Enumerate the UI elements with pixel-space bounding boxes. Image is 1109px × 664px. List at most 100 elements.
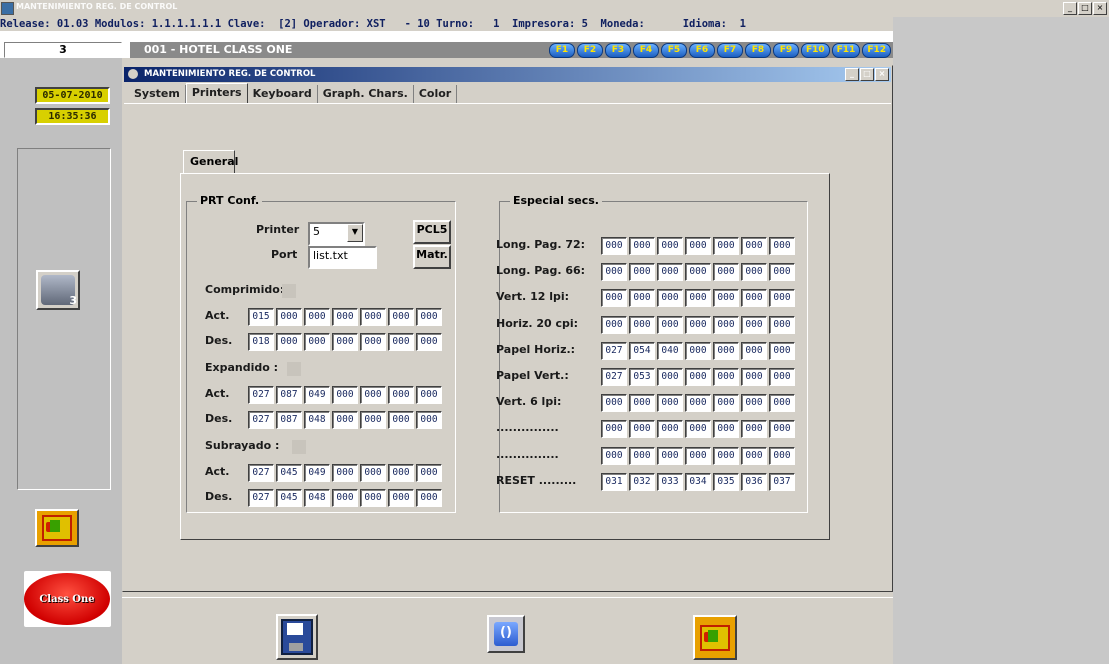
code-cell[interactable]: 000 (332, 386, 358, 404)
fkey-4-button[interactable]: F4 (632, 43, 659, 58)
code-cell[interactable]: 000 (741, 446, 767, 465)
dialog-close-icon[interactable]: × (875, 68, 889, 81)
code-cell[interactable]: 000 (657, 263, 683, 282)
code-cell[interactable]: 049 (304, 386, 330, 404)
tab-color[interactable]: Color (414, 85, 458, 103)
code-cell[interactable]: 000 (332, 411, 358, 429)
code-cell[interactable]: 000 (713, 315, 739, 334)
code-cell[interactable]: 000 (657, 368, 683, 386)
code-cell[interactable]: 000 (657, 289, 683, 308)
code-cell[interactable]: 000 (769, 237, 795, 255)
code-cell[interactable]: 000 (741, 368, 767, 386)
code-cell[interactable]: 000 (713, 289, 739, 308)
code-cell[interactable]: 000 (416, 489, 442, 507)
code-cell[interactable]: 037 (769, 472, 795, 491)
code-cell[interactable]: 000 (685, 394, 711, 413)
code-cell[interactable]: 000 (388, 411, 414, 429)
code-cell[interactable]: 000 (601, 315, 627, 334)
code-cell[interactable]: 033 (657, 472, 683, 491)
code-cell[interactable]: 000 (629, 394, 655, 413)
close-icon[interactable]: × (1093, 2, 1107, 15)
code-cell[interactable]: 000 (657, 394, 683, 413)
code-cell[interactable]: 000 (685, 289, 711, 308)
code-cell[interactable]: 000 (769, 368, 795, 386)
printer-select[interactable]: 5 ▼ (308, 222, 365, 246)
dialog-minimize-icon[interactable]: _ (845, 68, 859, 81)
code-cell[interactable]: 000 (713, 446, 739, 465)
code-cell[interactable]: 000 (685, 446, 711, 465)
code-cell[interactable]: 000 (657, 446, 683, 465)
code-cell[interactable]: 000 (741, 394, 767, 413)
fkey-7-button[interactable]: F7 (716, 43, 743, 58)
code-cell[interactable]: 000 (685, 237, 711, 255)
code-cell[interactable]: 018 (248, 333, 274, 351)
code-cell[interactable]: 000 (360, 464, 386, 482)
code-cell[interactable]: 000 (601, 263, 627, 282)
code-cell[interactable]: 036 (741, 472, 767, 491)
code-cell[interactable]: 027 (601, 341, 627, 360)
code-cell[interactable]: 000 (416, 308, 442, 326)
code-cell[interactable]: 027 (601, 368, 627, 386)
code-cell[interactable]: 000 (416, 464, 442, 482)
code-cell[interactable]: 000 (601, 420, 627, 439)
code-cell[interactable]: 000 (629, 263, 655, 282)
code-cell[interactable]: 000 (360, 386, 386, 404)
code-cell[interactable]: 027 (248, 411, 274, 429)
code-cell[interactable]: 027 (248, 489, 274, 507)
code-cell[interactable]: 000 (332, 464, 358, 482)
code-cell[interactable]: 000 (713, 368, 739, 386)
code-cell[interactable]: 048 (304, 489, 330, 507)
minimize-icon[interactable]: _ (1063, 2, 1077, 15)
code-cell[interactable]: 000 (741, 263, 767, 282)
code-cell[interactable]: 000 (360, 308, 386, 326)
code-cell[interactable]: 027 (248, 464, 274, 482)
matr-button[interactable]: Matr. (413, 245, 451, 269)
code-cell[interactable]: 000 (416, 411, 442, 429)
record-field[interactable]: 3 (4, 42, 122, 58)
code-cell[interactable]: 045 (276, 489, 302, 507)
code-cell[interactable]: 000 (360, 411, 386, 429)
code-cell[interactable]: 027 (248, 386, 274, 404)
code-cell[interactable]: 000 (360, 489, 386, 507)
code-cell[interactable]: 000 (685, 315, 711, 334)
code-cell[interactable]: 000 (741, 237, 767, 255)
code-cell[interactable]: 000 (741, 341, 767, 360)
code-cell[interactable]: 000 (685, 420, 711, 439)
user-button[interactable]: 3 (36, 270, 80, 310)
code-cell[interactable]: 000 (769, 315, 795, 334)
code-cell[interactable]: 000 (713, 420, 739, 439)
code-cell[interactable]: 000 (332, 308, 358, 326)
code-cell[interactable]: 000 (388, 308, 414, 326)
code-cell[interactable]: 000 (685, 341, 711, 360)
code-cell[interactable]: 087 (276, 411, 302, 429)
fkey-8-button[interactable]: F8 (744, 43, 771, 58)
code-cell[interactable]: 000 (657, 420, 683, 439)
tab-general[interactable]: General (183, 150, 238, 174)
code-cell[interactable]: 000 (769, 394, 795, 413)
code-cell[interactable]: 034 (685, 472, 711, 491)
code-cell[interactable]: 015 (248, 308, 274, 326)
code-cell[interactable]: 031 (601, 472, 627, 491)
fkey-12-button[interactable]: F12 (862, 43, 891, 58)
code-cell[interactable]: 000 (276, 333, 302, 351)
code-cell[interactable]: 000 (713, 237, 739, 255)
fkey-11-button[interactable]: F11 (831, 43, 861, 58)
code-cell[interactable]: 000 (601, 446, 627, 465)
code-cell[interactable]: 000 (769, 446, 795, 465)
tab-keyboard[interactable]: Keyboard (248, 85, 318, 103)
fkey-10-button[interactable]: F10 (800, 43, 830, 58)
refresh-button[interactable]: () (487, 615, 525, 653)
fkey-9-button[interactable]: F9 (772, 43, 799, 58)
fkey-2-button[interactable]: F2 (576, 43, 603, 58)
code-cell[interactable]: 000 (304, 333, 330, 351)
code-cell[interactable]: 000 (388, 386, 414, 404)
code-cell[interactable]: 054 (629, 341, 655, 360)
code-cell[interactable]: 000 (657, 315, 683, 334)
tab-system[interactable]: System (129, 85, 186, 103)
code-cell[interactable]: 000 (741, 420, 767, 439)
tab-printers[interactable]: Printers (185, 83, 248, 104)
tab-graph-chars[interactable]: Graph. Chars. (318, 85, 414, 103)
code-cell[interactable]: 000 (601, 289, 627, 308)
code-cell[interactable]: 000 (276, 308, 302, 326)
code-cell[interactable]: 000 (601, 237, 627, 255)
